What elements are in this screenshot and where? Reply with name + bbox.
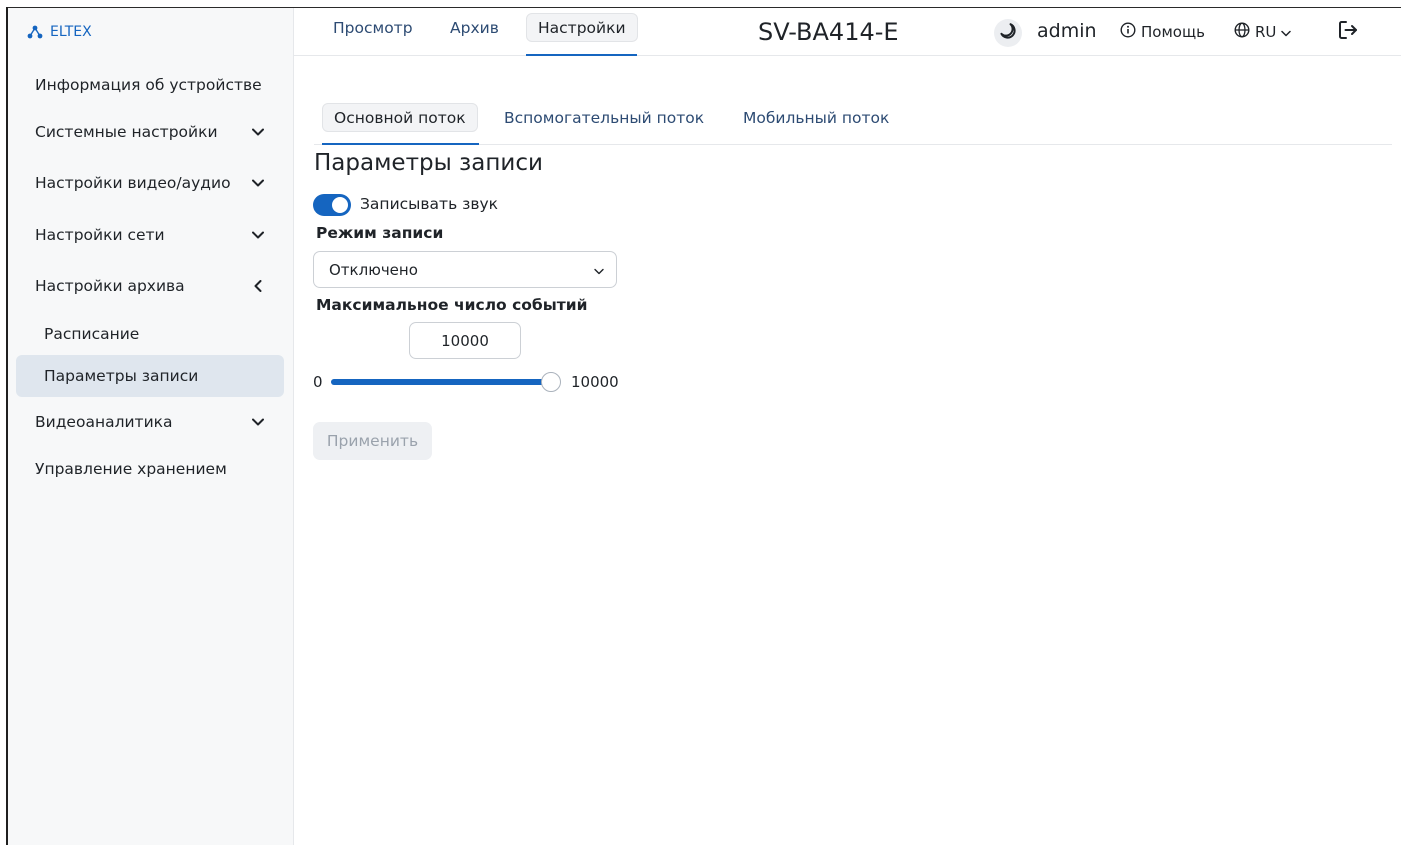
record-mode-value: Отключено bbox=[329, 260, 418, 279]
sidebar-subitem-schedule[interactable]: Расписание bbox=[16, 313, 284, 355]
chevron-down-icon bbox=[251, 125, 265, 139]
tab-mobile-stream[interactable]: Мобильный поток bbox=[732, 103, 900, 132]
sidebar-item-archive[interactable]: Настройки архива bbox=[35, 266, 265, 306]
sidebar-item-label: Настройки видео/аудио bbox=[35, 174, 231, 192]
tab-label: Настройки bbox=[538, 18, 626, 37]
sidebar-item-device-info[interactable]: Информация об устройстве bbox=[35, 65, 265, 105]
logout-icon bbox=[1337, 19, 1359, 45]
sidebar-item-video-analytics[interactable]: Видеоаналитика bbox=[35, 402, 265, 442]
info-icon bbox=[1120, 22, 1136, 42]
apply-button[interactable]: Применить bbox=[313, 422, 432, 460]
language-label: RU bbox=[1255, 23, 1277, 41]
sidebar-subitem-label: Параметры записи bbox=[44, 367, 199, 385]
sidebar-item-label: Управление хранением bbox=[35, 460, 227, 478]
sidebar-item-label: Настройки сети bbox=[35, 226, 165, 244]
toggle-knob bbox=[332, 197, 348, 213]
chevron-down-icon bbox=[251, 176, 265, 190]
sidebar-item-label: Информация об устройстве bbox=[35, 76, 262, 94]
chevron-left-icon bbox=[251, 279, 265, 293]
section-title: Параметры записи bbox=[314, 150, 543, 176]
chevron-down-icon bbox=[251, 228, 265, 242]
user-name[interactable]: admin bbox=[1037, 20, 1097, 42]
sidebar-item-storage[interactable]: Управление хранением bbox=[35, 449, 265, 489]
tab-label: Просмотр bbox=[333, 18, 413, 37]
slider-fill bbox=[331, 379, 551, 385]
record-mode-select[interactable]: Отключено bbox=[313, 251, 617, 288]
sidebar-item-label: Видеоаналитика bbox=[35, 413, 173, 431]
max-events-label: Максимальное число событий bbox=[316, 296, 588, 314]
tab-archive[interactable]: Архив bbox=[439, 13, 510, 42]
sidebar-subitem-label: Расписание bbox=[44, 325, 140, 343]
help-label: Помощь bbox=[1141, 23, 1205, 41]
sidebar-item-system-settings[interactable]: Системные настройки bbox=[35, 112, 265, 152]
tab-secondary-stream[interactable]: Вспомогательный поток bbox=[493, 103, 715, 132]
language-select[interactable]: RU bbox=[1234, 22, 1292, 42]
tab-settings[interactable]: Настройки bbox=[526, 13, 638, 42]
help-button[interactable]: Помощь bbox=[1120, 22, 1205, 42]
tab-label: Основной поток bbox=[334, 108, 466, 127]
globe-icon bbox=[1234, 22, 1250, 42]
tab-label: Мобильный поток bbox=[743, 108, 890, 127]
record-audio-label: Записывать звук bbox=[360, 195, 499, 213]
moon-icon bbox=[999, 22, 1017, 44]
tab-label: Архив bbox=[450, 18, 499, 37]
max-events-slider[interactable] bbox=[331, 372, 561, 392]
eltex-logo-icon bbox=[27, 25, 43, 39]
record-audio-toggle[interactable] bbox=[313, 194, 351, 216]
max-events-input[interactable]: 10000 bbox=[409, 322, 521, 359]
tab-active-indicator bbox=[322, 143, 479, 145]
logout-button[interactable] bbox=[1336, 20, 1360, 44]
sidebar: ELTEX Информация об устройстве Системные… bbox=[8, 8, 294, 845]
sidebar-item-network[interactable]: Настройки сети bbox=[35, 215, 265, 255]
tab-view[interactable]: Просмотр bbox=[322, 13, 424, 42]
device-name: SV-BA414-E bbox=[758, 18, 899, 46]
chevron-down-icon bbox=[251, 415, 265, 429]
sidebar-item-label: Настройки архива bbox=[35, 277, 185, 295]
chevron-down-icon bbox=[1281, 23, 1292, 41]
sidebar-item-video-audio[interactable]: Настройки видео/аудио bbox=[35, 163, 265, 203]
slider-thumb[interactable] bbox=[541, 372, 561, 392]
app-window: ELTEX Информация об устройстве Системные… bbox=[0, 0, 1401, 845]
slider-min-label: 0 bbox=[313, 373, 323, 391]
tab-label: Вспомогательный поток bbox=[504, 108, 705, 127]
brand-logo[interactable]: ELTEX bbox=[27, 22, 92, 42]
chevron-down-icon bbox=[594, 261, 604, 279]
record-mode-label: Режим записи bbox=[316, 224, 444, 242]
brand-name: ELTEX bbox=[50, 24, 92, 40]
stream-tabs: Основной поток Вспомогательный поток Моб… bbox=[314, 100, 1392, 145]
top-header: Просмотр Архив Настройки SV-BA414-E admi… bbox=[294, 8, 1401, 56]
slider-max-label: 10000 bbox=[571, 373, 619, 391]
sidebar-subitem-record-params[interactable]: Параметры записи bbox=[16, 355, 284, 397]
theme-toggle-button[interactable] bbox=[994, 19, 1022, 47]
sidebar-item-label: Системные настройки bbox=[35, 123, 218, 141]
main-content: Основной поток Вспомогательный поток Моб… bbox=[294, 56, 1401, 845]
tab-main-stream[interactable]: Основной поток bbox=[322, 103, 478, 132]
